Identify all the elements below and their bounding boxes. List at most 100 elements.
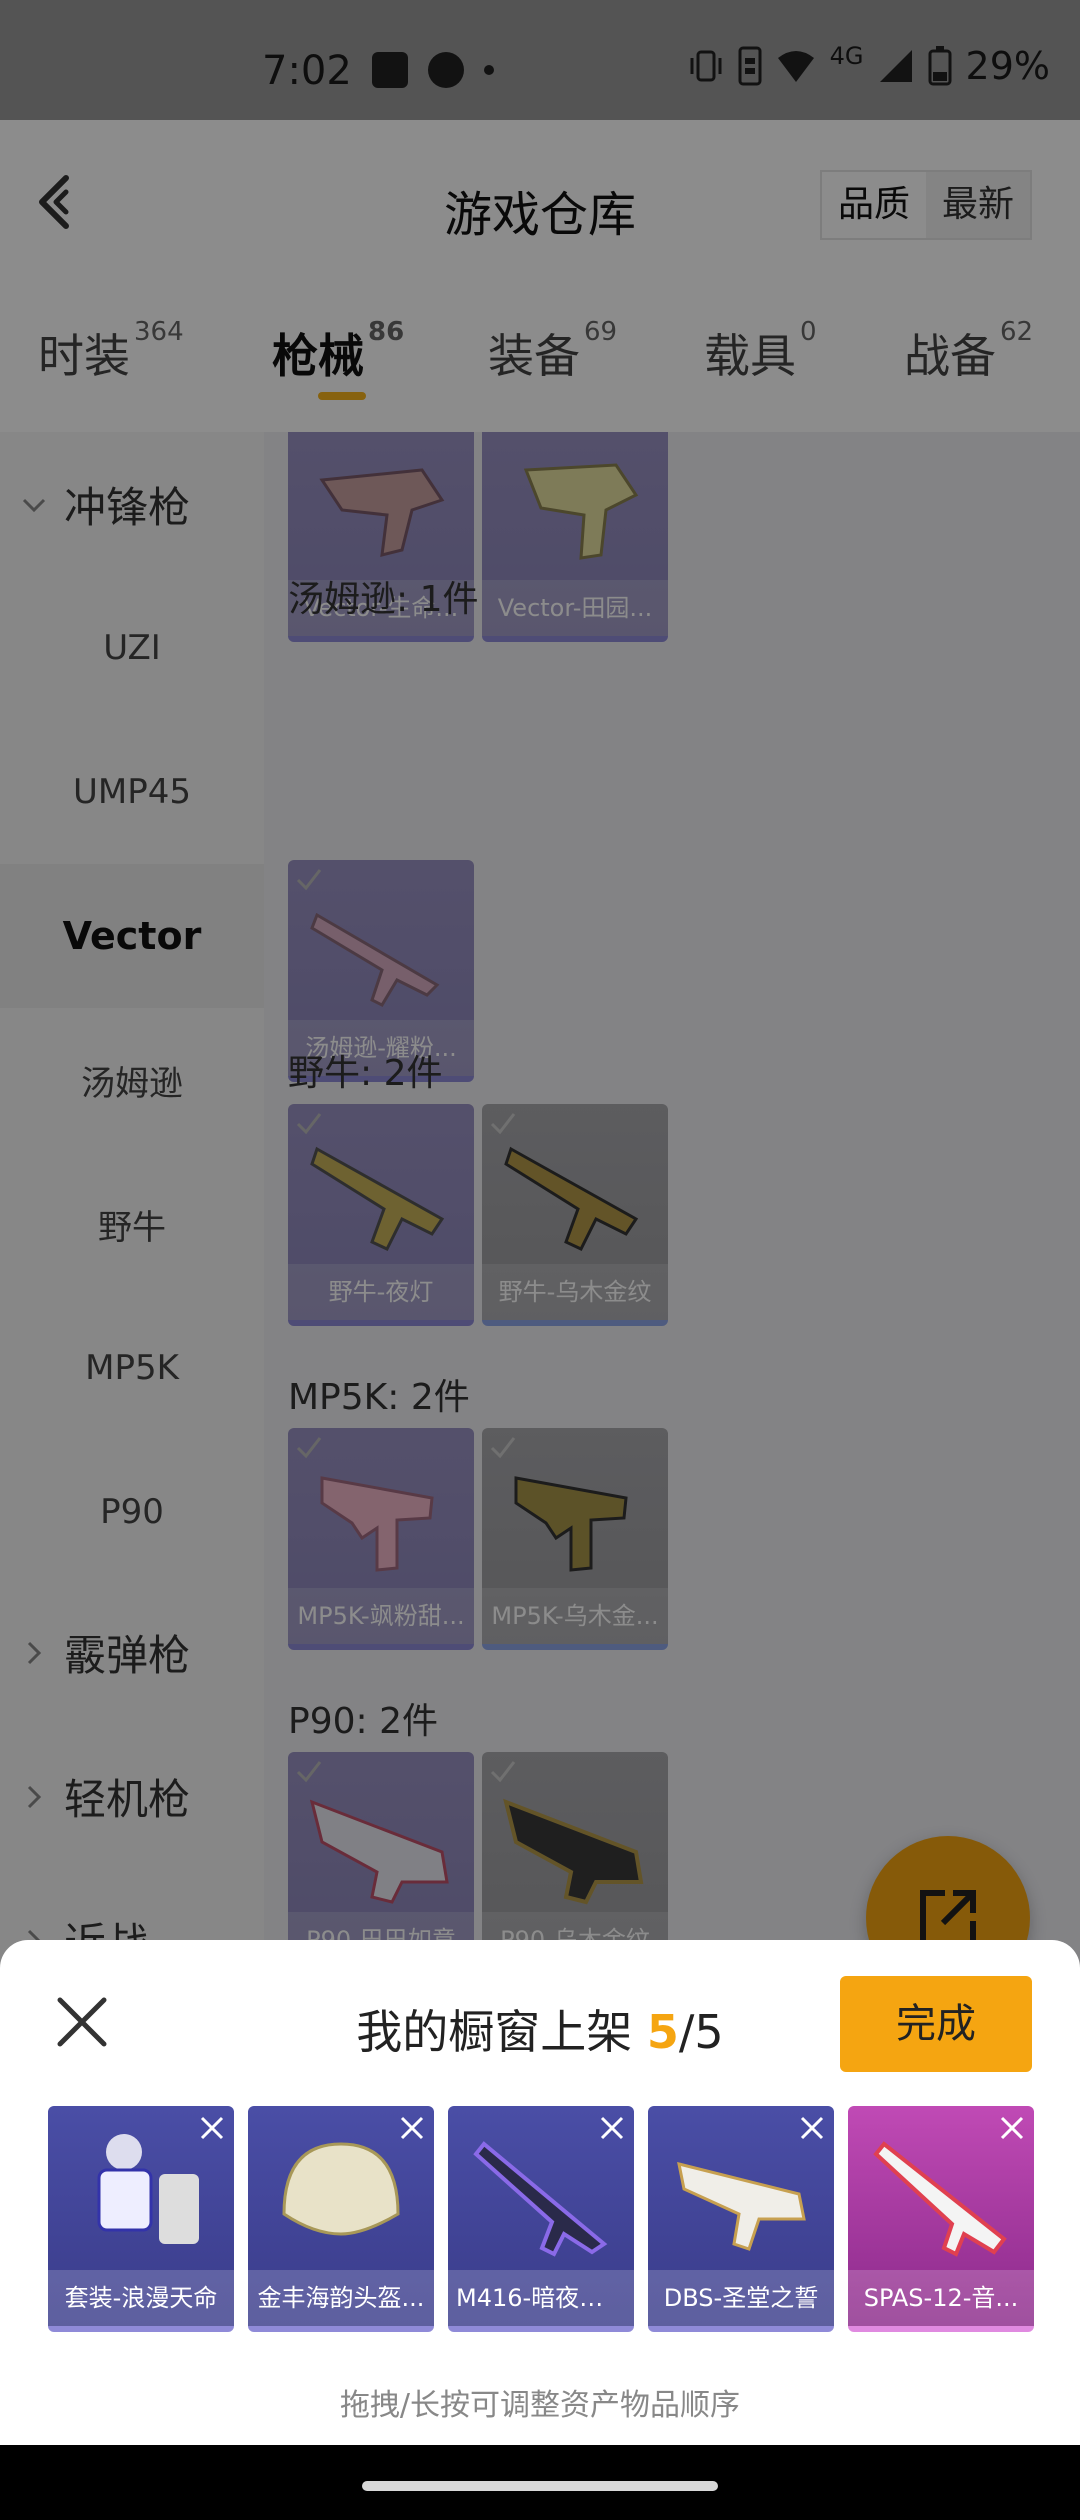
selected-item-label: 套装-浪漫天命	[48, 2270, 234, 2326]
selected-item-label: DBS-圣堂之誓	[648, 2270, 834, 2326]
sidebar-item-bizon[interactable]: 野牛	[0, 1152, 264, 1296]
sidebar-category-smg[interactable]: 冲锋枪	[20, 474, 190, 535]
status-bar: 7:02 4G 29%	[0, 0, 1080, 120]
sidebar-category-shotgun[interactable]: 霰弹枪	[20, 1622, 190, 1683]
wifi-icon	[777, 51, 814, 82]
count-separator: /	[678, 2005, 695, 2059]
group-title: 野牛: 2件	[288, 1053, 443, 1094]
skin-card[interactable]: 野牛-夜灯	[288, 1104, 474, 1326]
gun-skin-image	[320, 1476, 434, 1572]
tab-count: 86	[368, 316, 405, 347]
signal-icon	[879, 50, 912, 82]
done-button[interactable]: 完成	[840, 1976, 1032, 2072]
remove-icon[interactable]	[198, 2114, 226, 2142]
helmet-image	[282, 2142, 400, 2236]
selected-item-label: 金丰海韵头盔...	[248, 2270, 434, 2326]
skin-card[interactable]: MP5K-飒粉甜...	[288, 1428, 474, 1650]
selected-item-card[interactable]: 金丰海韵头盔...	[248, 2106, 434, 2332]
gun-skin-image	[677, 2161, 806, 2251]
outfit-image	[97, 2134, 199, 2244]
sheet-title-text: 我的橱窗上架	[356, 2005, 647, 2059]
selected-item-card[interactable]: SPAS-12-音...	[848, 2106, 1034, 2332]
sidebar-item-uzi[interactable]: UZI	[0, 576, 264, 720]
tab-combat-gear[interactable]: 战备 62	[904, 316, 1034, 386]
tab-count: 0	[800, 316, 817, 347]
remove-icon[interactable]	[598, 2114, 626, 2142]
group-title: P90: 2件	[288, 1701, 438, 1742]
tab-label: 装备	[488, 329, 580, 383]
tab-firearms[interactable]: 枪械 86	[272, 316, 405, 386]
gun-skin-image	[309, 1799, 449, 1904]
selected-item-card[interactable]: 套装-浪漫天命	[48, 2106, 234, 2332]
more-dot-icon	[484, 65, 494, 75]
sim-icon	[738, 46, 762, 86]
status-notification-icons	[372, 52, 494, 88]
sidebar-category-label: 霰弹枪	[64, 1631, 191, 1680]
tab-label: 载具	[704, 329, 796, 383]
group-title: MP5K: 2件	[288, 1377, 470, 1418]
gun-skin-image	[310, 912, 440, 1007]
weapon-sidebar: 冲锋枪 UZI UMP45 Vector 汤姆逊 野牛 MP5K P90 霰弹枪…	[0, 432, 264, 2062]
sort-toggle: 品质 最新	[819, 170, 1032, 240]
tab-equipment[interactable]: 装备 69	[488, 316, 618, 386]
gun-skin-image	[504, 1146, 639, 1251]
tab-count: 69	[584, 316, 618, 347]
tab-label: 战备	[904, 329, 996, 383]
skin-card[interactable]: 野牛-乌木金纹	[482, 1104, 668, 1326]
remove-icon[interactable]	[998, 2114, 1026, 2142]
tab-count: 364	[134, 316, 184, 347]
selected-item-card[interactable]: M416-暗夜行...	[448, 2106, 634, 2332]
network-type: 4G	[829, 42, 864, 70]
battery-icon	[928, 46, 952, 86]
sidebar-category-label: 轻机枪	[64, 1775, 191, 1824]
gun-skin-image	[514, 1476, 628, 1572]
sidebar-item-mp5k[interactable]: MP5K	[0, 1296, 264, 1440]
reorder-hint: 拖拽/长按可调整资产物品顺序	[339, 2388, 741, 2423]
selected-item-label: M416-暗夜行...	[448, 2270, 634, 2326]
tab-fashion[interactable]: 时装 364	[38, 316, 184, 386]
sidebar-category-lmg[interactable]: 轻机枪	[20, 1766, 190, 1827]
battery-level: 29%	[965, 44, 1050, 88]
status-right: 4G 29%	[688, 42, 1050, 88]
total-count: 5	[694, 2005, 724, 2059]
skin-card[interactable]: MP5K-乌木金...	[482, 1428, 668, 1650]
active-tab-indicator	[318, 392, 366, 400]
remove-icon[interactable]	[798, 2114, 826, 2142]
chevron-right-icon	[27, 1785, 42, 1808]
weapon-grid: Vector-生命... Vector-田园... 汤姆逊: 1件 汤姆逊-耀粉…	[264, 432, 1080, 2062]
sidebar-item-thompson[interactable]: 汤姆逊	[0, 1008, 264, 1152]
selected-count: 5	[646, 2005, 679, 2059]
chevron-right-icon	[27, 1641, 42, 1664]
tab-label: 时装	[38, 329, 130, 383]
gun-skin-image	[523, 463, 639, 560]
vibrate-icon	[690, 50, 722, 82]
tab-vehicles[interactable]: 载具 0	[704, 316, 817, 386]
sidebar-category-label: 冲锋枪	[64, 483, 191, 532]
wechat-icon	[428, 52, 464, 88]
tab-count: 62	[1000, 316, 1034, 347]
status-time: 7:02	[262, 48, 352, 94]
sort-newest-option[interactable]: 最新	[926, 172, 1030, 238]
sort-quality-option[interactable]: 品质	[821, 172, 926, 238]
gun-skin-image	[473, 2141, 608, 2257]
skin-card[interactable]: Vector-田园...	[482, 432, 668, 642]
sidebar-item-ump45[interactable]: UMP45	[0, 720, 264, 864]
category-tabs: 时装 364 枪械 86 装备 69 载具 0 战备 62	[0, 290, 1080, 432]
top-bar: 游戏仓库 品质 最新	[0, 120, 1080, 290]
gun-skin-image	[319, 468, 445, 557]
tab-label: 枪械	[272, 329, 364, 383]
sidebar-item-vector[interactable]: Vector	[0, 864, 264, 1008]
selected-item-card[interactable]: DBS-圣堂之誓	[648, 2106, 834, 2332]
showcase-sheet: 我的橱窗上架 5/5 完成 套装-浪漫天命 金丰海韵头盔... M416-暗夜行…	[0, 1940, 1080, 2445]
chevron-down-icon	[22, 498, 46, 512]
system-nav-bar	[0, 2445, 1080, 2520]
gun-skin-image	[873, 2141, 1007, 2257]
selected-item-label: SPAS-12-音...	[848, 2270, 1034, 2326]
remove-icon[interactable]	[398, 2114, 426, 2142]
skin-card-label: MP5K-飒粉甜...	[288, 1588, 474, 1644]
skin-card-label: 野牛-乌木金纹	[482, 1264, 668, 1320]
home-gesture-bar[interactable]	[362, 2481, 718, 2491]
skin-card-label: MP5K-乌木金...	[482, 1588, 668, 1644]
group-title: 汤姆逊: 1件	[288, 579, 479, 620]
sidebar-item-p90[interactable]: P90	[0, 1440, 264, 1584]
